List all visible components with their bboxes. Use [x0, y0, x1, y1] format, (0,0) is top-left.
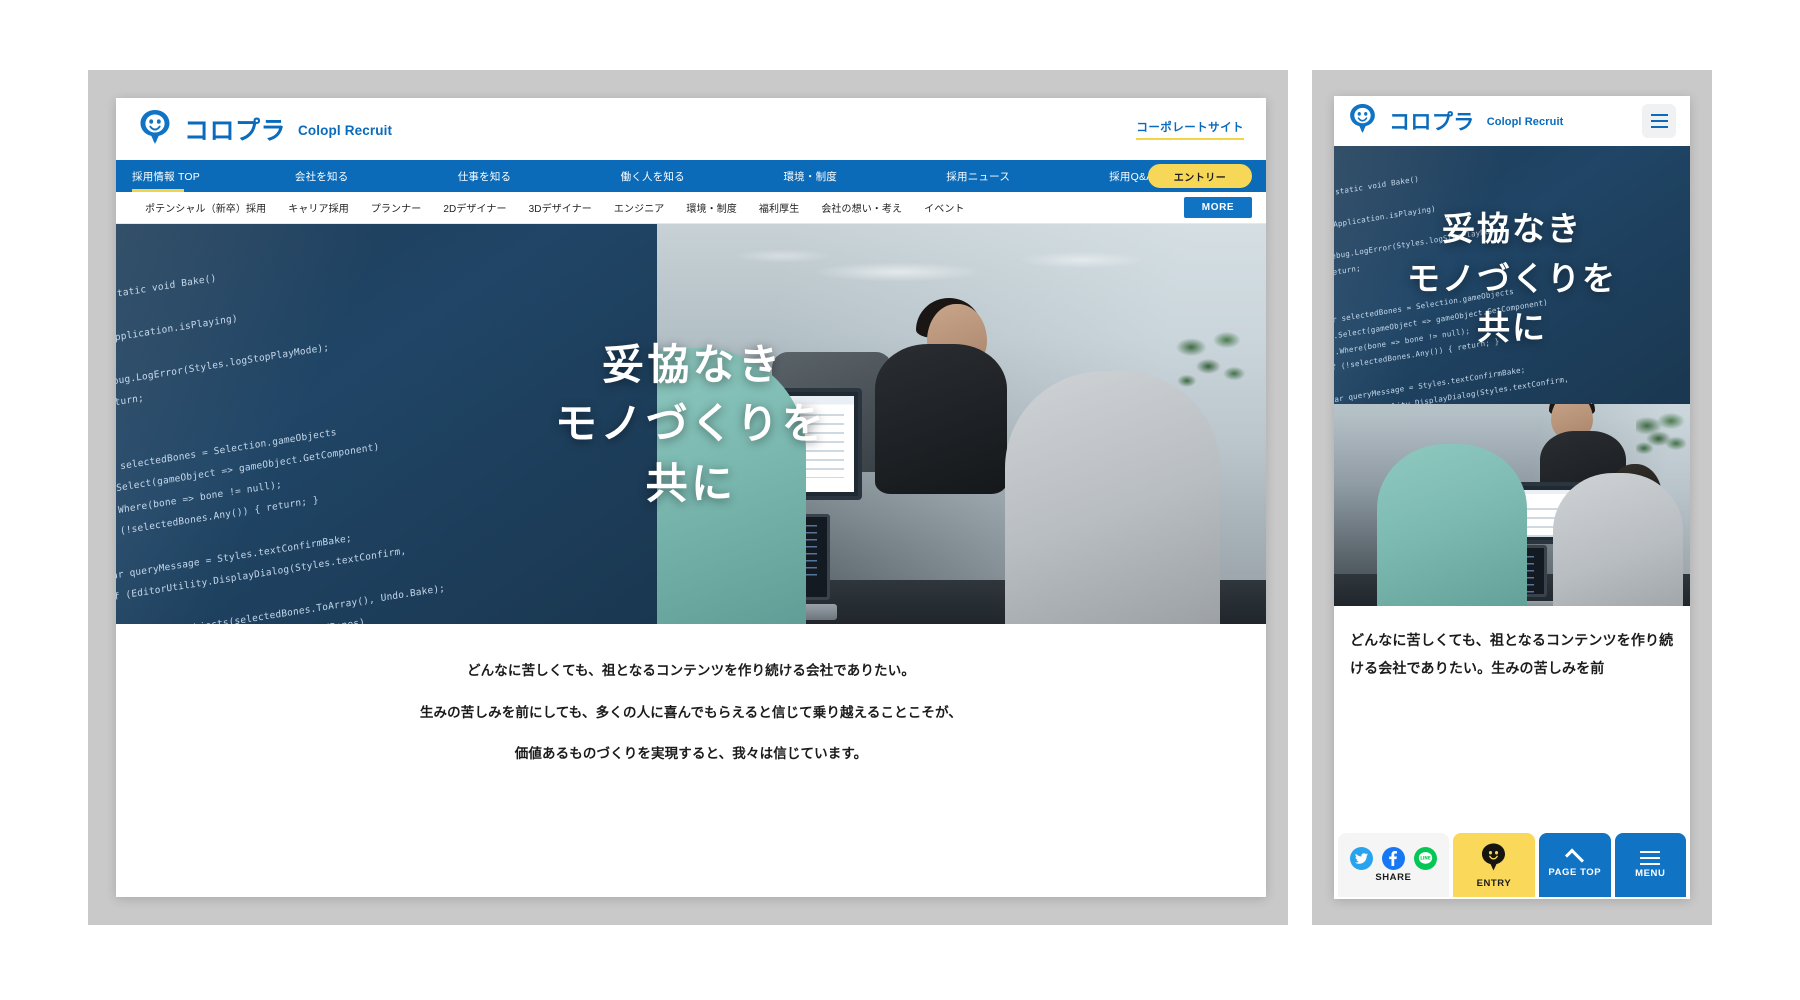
desktop-hero-banner: public static void Bake() { if (Applicat…	[116, 224, 1266, 624]
nav-item-environment-system[interactable]: 環境・制度	[777, 160, 940, 192]
share-button[interactable]: LINE SHARE	[1338, 833, 1449, 897]
hamburger-line	[1650, 120, 1668, 122]
logo-text-jp: コロプラ	[1389, 111, 1475, 134]
corporate-site-link[interactable]: コーポレートサイト	[1136, 119, 1244, 140]
hero-code-text: public static void Bake() { if (Applicat…	[116, 272, 446, 624]
body-paragraph-2: 生みの苦しみを前にしても、多くの人に喜んでもらえると信じて乗り越えることこそが、	[419, 704, 963, 720]
mobile-header: コロプラ Colopl Recruit	[1334, 96, 1690, 146]
nav-item-know-company[interactable]: 会社を知る	[289, 160, 452, 192]
desktop-main-nav: 採用情報 TOP 会社を知る 仕事を知る 働く人を知る 環境・制度 採用ニュース…	[116, 160, 1266, 192]
desktop-body-text: どんなに苦しくても、祖となるコンテンツを作り続ける会社でありたい。 生みの苦しみ…	[116, 624, 1266, 761]
nav-item-recruit-top[interactable]: 採用情報 TOP	[126, 160, 289, 192]
nav-label: 採用情報 TOP	[132, 170, 200, 183]
hero-code-text: public static void Bake() { if (Applicat…	[1334, 174, 1599, 404]
logo-subtitle: Colopl Recruit	[298, 123, 393, 138]
nav-label: 働く人を知る	[620, 170, 685, 183]
colopl-balloon-icon	[1348, 103, 1377, 139]
desktop-header: コロプラ Colopl Recruit コーポレートサイト	[116, 98, 1266, 160]
mobile-hero-banner: public static void Bake() { if (Applicat…	[1334, 146, 1690, 606]
hero-person-gray-shirt	[1552, 472, 1683, 606]
nav-item-know-people[interactable]: 働く人を知る	[615, 160, 778, 192]
subnav-item-event[interactable]: イベント	[913, 200, 975, 215]
subnav-item-environment[interactable]: 環境・制度	[675, 200, 748, 215]
subnav-item-career[interactable]: キャリア採用	[277, 200, 360, 215]
hero-code-screen: public static void Bake() { if (Applicat…	[116, 224, 657, 624]
desktop-page: コロプラ Colopl Recruit コーポレートサイト 採用情報 TOP 会…	[116, 98, 1266, 897]
site-logo[interactable]: コロプラ Colopl Recruit	[138, 109, 392, 150]
nav-item-recruit-news[interactable]: 採用ニュース	[940, 160, 1103, 192]
mobile-page: コロプラ Colopl Recruit static void Bake() (…	[1334, 96, 1690, 899]
subnav-item-benefits[interactable]: 福利厚生	[748, 200, 810, 215]
hero-code-screen: public static void Bake() { if (Applicat…	[1334, 146, 1690, 404]
nav-item-know-work[interactable]: 仕事を知る	[452, 160, 615, 192]
desktop-sub-nav: ポテンシャル（新卒）採用 キャリア採用 プランナー 2Dデザイナー 3Dデザイナ…	[116, 192, 1266, 224]
hero-person-gray-shirt	[1005, 371, 1220, 624]
mobile-menu-button[interactable]: MENU	[1614, 833, 1686, 897]
hamburger-menu-icon	[1640, 850, 1661, 866]
hamburger-menu-icon[interactable]	[1642, 104, 1676, 138]
colopl-balloon-icon	[1480, 842, 1507, 877]
mobile-body-text: どんなに苦しくても、祖となるコンテンツを作り続ける会社でありたい。生みの苦しみを…	[1334, 606, 1690, 682]
mobile-entry-button[interactable]: ENTRY	[1452, 833, 1536, 897]
screenshot-stage: コロプラ Colopl Recruit コーポレートサイト 採用情報 TOP 会…	[0, 0, 1800, 1000]
subnav-item-3d-designer[interactable]: 3Dデザイナー	[518, 200, 603, 215]
mobile-site-logo[interactable]: コロプラ Colopl Recruit	[1348, 103, 1563, 139]
page-top-label: PAGE TOP	[1548, 866, 1602, 878]
mobile-body-paragraph: どんなに苦しくても、祖となるコンテンツを作り続ける会社でありたい。生みの苦しみを…	[1350, 632, 1674, 676]
entry-label: ENTRY	[1476, 877, 1512, 889]
body-paragraph-3: 価値あるものづくりを実現すると、我々は信じています。	[514, 746, 868, 761]
subnav-item-planner[interactable]: プランナー	[360, 200, 433, 215]
nav-label: 仕事を知る	[457, 170, 512, 183]
hamburger-line	[1640, 850, 1661, 854]
nav-label: 環境・制度	[783, 170, 837, 183]
desktop-preview-frame: コロプラ Colopl Recruit コーポレートサイト 採用情報 TOP 会…	[88, 70, 1288, 925]
colopl-balloon-icon	[138, 109, 172, 150]
mobile-preview-frame: コロプラ Colopl Recruit static void Bake() (…	[1312, 70, 1712, 925]
menu-label: MENU	[1635, 868, 1666, 880]
more-button[interactable]: MORE	[1184, 197, 1252, 218]
share-label: SHARE	[1375, 872, 1412, 883]
chevron-up-icon	[1565, 847, 1585, 868]
body-paragraph-1: どんなに苦しくても、祖となるコンテンツを作り続ける会社でありたい。	[467, 663, 915, 678]
hamburger-line	[1640, 862, 1661, 866]
mobile-bottom-bar: LINE SHARE ENTRY PAGE TOP MENU	[1334, 833, 1690, 899]
facebook-icon[interactable]	[1381, 847, 1405, 870]
twitter-icon[interactable]	[1349, 847, 1373, 870]
hamburger-line	[1640, 856, 1661, 860]
logo-subtitle: Colopl Recruit	[1486, 116, 1564, 128]
entry-button[interactable]: エントリー	[1148, 164, 1252, 188]
subnav-item-engineer[interactable]: エンジニア	[603, 200, 676, 215]
line-icon[interactable]: LINE	[1413, 847, 1437, 870]
share-icon-group: LINE	[1349, 847, 1437, 870]
subnav-item-company-philosophy[interactable]: 会社の想い・考え	[810, 200, 913, 215]
nav-label: 会社を知る	[294, 170, 349, 183]
logo-text-jp: コロプラ	[184, 117, 287, 145]
subnav-item-2d-designer[interactable]: 2Dデザイナー	[432, 200, 517, 215]
subnav-item-potential[interactable]: ポテンシャル（新卒）採用	[134, 200, 277, 215]
hero-person-teal-shirt	[1376, 443, 1527, 606]
nav-label: 採用Q&A	[1109, 170, 1154, 183]
hamburger-line	[1650, 114, 1668, 116]
nav-label: 採用ニュース	[946, 170, 1011, 183]
page-top-button[interactable]: PAGE TOP	[1539, 833, 1611, 897]
svg-text:LINE: LINE	[1420, 856, 1431, 861]
hamburger-line	[1650, 126, 1668, 128]
hero-person-black-shirt	[875, 344, 1007, 494]
